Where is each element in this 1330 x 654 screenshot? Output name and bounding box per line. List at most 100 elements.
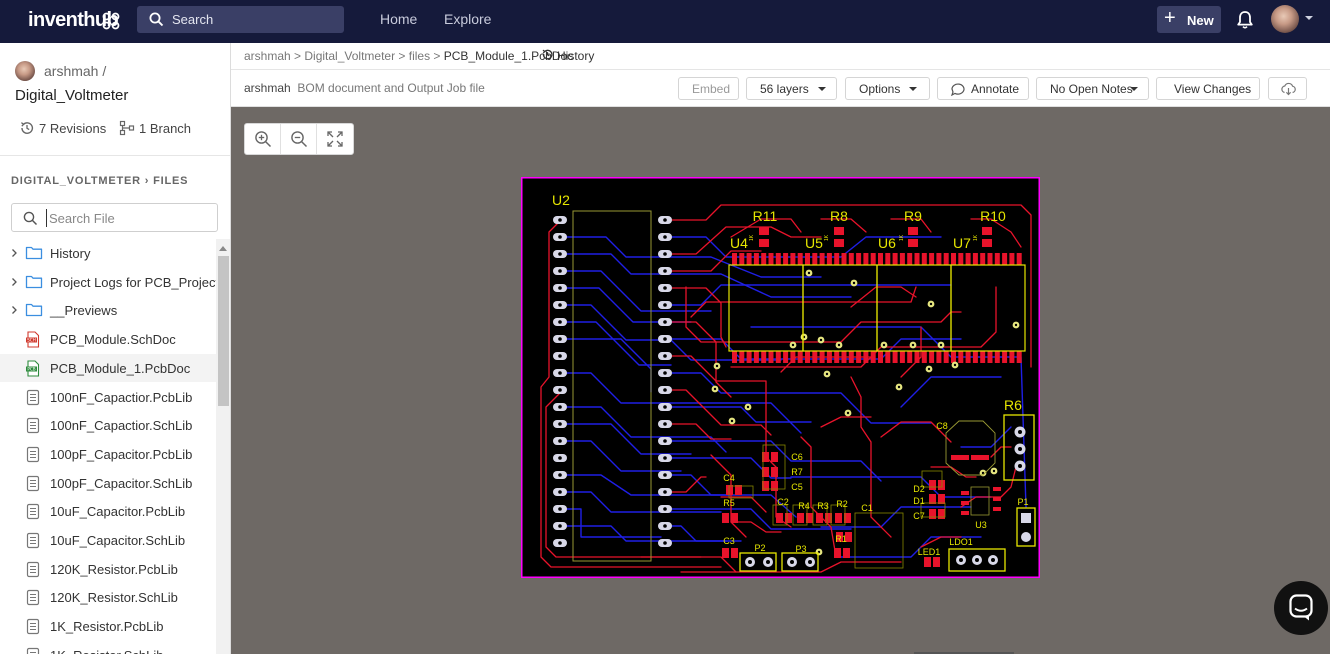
- file-item[interactable]: 100nF_Capactior.PcbLib: [0, 383, 216, 411]
- files-breadcrumb[interactable]: DIGITAL_VOLTMETER › FILES: [11, 175, 188, 187]
- file-item[interactable]: PCB PCB_Module_1.PcbDoc: [0, 353, 216, 382]
- pad-hole: [558, 286, 562, 290]
- file-item[interactable]: 1K_Resistor.PcbLib: [0, 612, 216, 640]
- breadcrumb[interactable]: arshmah > Digital_Voltmeter > files > PC…: [244, 49, 573, 63]
- file-name: Project Logs for PCB_Project: [50, 274, 220, 290]
- pad-hole: [663, 320, 667, 324]
- silkscreen-label-r8: R8: [830, 208, 848, 224]
- zoom-in-button[interactable]: [245, 124, 281, 154]
- svg-text:PCB: PCB: [27, 366, 35, 371]
- bell-icon[interactable]: [1236, 10, 1254, 30]
- zoom-out-button[interactable]: [281, 124, 317, 154]
- ic-pad: [797, 253, 803, 265]
- silkscreen-label-r2: R2: [836, 499, 848, 509]
- owner-name[interactable]: arshmah /: [44, 63, 106, 79]
- pad-hole: [991, 558, 995, 562]
- pcb-layout[interactable]: U2 R11 R8 R9 R10 U4 U5 U6 U7 R6 C8 C6 R7 C5 C4 R5 C2 R4 R3…: [521, 177, 1040, 578]
- smd-pad: [722, 548, 729, 558]
- annotate-button[interactable]: Annotate: [937, 77, 1029, 100]
- pad-hole: [558, 252, 562, 256]
- file-item[interactable]: 10uF_Capacitor.PcbLib: [0, 497, 216, 525]
- pad-hole: [558, 388, 562, 392]
- pad-hole: [558, 218, 562, 222]
- file-search[interactable]: [11, 203, 218, 232]
- pcb-viewer-canvas[interactable]: U2 R11 R8 R9 R10 U4 U5 U6 U7 R6 C8 C6 R7 C5 C4 R5 C2 R4 R3…: [231, 107, 1330, 654]
- pad-hole: [748, 560, 752, 564]
- via-hole: [929, 302, 933, 306]
- view-changes-button[interactable]: View Changes: [1156, 77, 1260, 100]
- pad-hole: [558, 439, 562, 443]
- pad-hole: [663, 371, 667, 375]
- via-hole: [837, 343, 841, 347]
- pad-hole: [663, 303, 667, 307]
- file-item[interactable]: 10uF_Capacitor.SchLib: [0, 526, 216, 554]
- sidebar-scroll-thumb[interactable]: [218, 256, 229, 406]
- file-search-input[interactable]: [46, 209, 211, 227]
- pad-hole: [558, 507, 562, 511]
- ic-pad: [980, 253, 986, 265]
- user-menu-caret-icon[interactable]: [1305, 16, 1313, 20]
- ic-pad: [863, 253, 869, 265]
- document-toolbar: arshmah BOM document and Output Job file…: [231, 70, 1330, 107]
- ic-pad: [783, 253, 789, 265]
- chevron-right-icon[interactable]: [11, 305, 18, 315]
- fit-to-screen-button[interactable]: [317, 124, 353, 154]
- via-hole: [746, 405, 750, 409]
- folder-item[interactable]: Project Logs for PCB_Project: [0, 268, 220, 296]
- folder-icon: [25, 245, 43, 263]
- smd-pad: [731, 548, 738, 558]
- pad-hole: [663, 218, 667, 222]
- embed-button[interactable]: Embed: [678, 77, 739, 100]
- file-item[interactable]: SCH PCB_Module.SchDoc: [0, 325, 216, 353]
- plus-icon: +: [1164, 7, 1176, 29]
- view-changes-label: View Changes: [1174, 82, 1252, 96]
- pad-hole: [663, 286, 667, 290]
- file-item[interactable]: 100pF_Capacitor.PcbLib: [0, 440, 216, 468]
- silkscreen-label-c7: C7: [913, 511, 925, 521]
- ic-pad: [921, 253, 927, 265]
- breadcrumb-path[interactable]: arshmah > Digital_Voltmeter > files >: [244, 49, 444, 63]
- silkscreen-label-ldo1: LDO1: [949, 537, 973, 547]
- file-name: 100nF_Capactior.PcbLib: [50, 389, 193, 405]
- project-name[interactable]: Digital_Voltmeter: [15, 87, 128, 104]
- ic-pad: [753, 351, 759, 363]
- pad-hole: [558, 473, 562, 477]
- file-item[interactable]: 100nF_Capactior.SchLib: [0, 411, 216, 439]
- resistor-value-label: 1K: [824, 234, 830, 241]
- ic-pad: [1009, 253, 1015, 265]
- options-dropdown[interactable]: Options: [845, 77, 930, 100]
- support-chat-button[interactable]: [1274, 581, 1328, 635]
- nav-explore[interactable]: Explore: [444, 11, 491, 27]
- document-icon: [25, 446, 41, 466]
- smd-pad: [961, 511, 969, 515]
- chevron-right-icon[interactable]: [11, 277, 18, 287]
- new-button[interactable]: + New: [1157, 6, 1221, 33]
- scroll-up-arrow-icon[interactable]: [219, 246, 227, 251]
- download-button[interactable]: [1268, 77, 1307, 100]
- ic-pad: [834, 253, 840, 265]
- pad-hole: [558, 303, 562, 307]
- smd-pad: [731, 513, 738, 523]
- layers-dropdown[interactable]: 56 layers: [746, 77, 837, 100]
- resistor-value-label: 1K: [973, 234, 979, 241]
- file-item[interactable]: 1K_Resistor.SchLib: [0, 641, 216, 654]
- file-name: 10uF_Capacitor.SchLib: [50, 533, 186, 548]
- global-search[interactable]: Search: [137, 6, 344, 33]
- user-avatar[interactable]: [1271, 5, 1299, 33]
- ic-pad: [943, 351, 949, 363]
- ic-pad: [994, 253, 1000, 265]
- ic-pad: [951, 351, 956, 363]
- file-item[interactable]: 120K_Resistor.PcbLib: [0, 555, 216, 583]
- file-item[interactable]: 100pF_Capacitor.SchLib: [0, 469, 216, 497]
- ic-pad: [812, 253, 818, 265]
- pad-hole: [663, 507, 667, 511]
- folder-item[interactable]: History: [0, 239, 216, 267]
- chevron-right-icon[interactable]: [11, 248, 18, 258]
- open-notes-dropdown[interactable]: No Open Notes: [1036, 77, 1149, 100]
- nav-home[interactable]: Home: [380, 11, 417, 27]
- latest-commit: arshmah BOM document and Output Job file: [244, 81, 485, 95]
- search-label: Search: [172, 12, 214, 27]
- commit-author[interactable]: arshmah: [244, 81, 291, 95]
- folder-item[interactable]: __Previews: [0, 296, 216, 324]
- file-item[interactable]: 120K_Resistor.SchLib: [0, 583, 216, 611]
